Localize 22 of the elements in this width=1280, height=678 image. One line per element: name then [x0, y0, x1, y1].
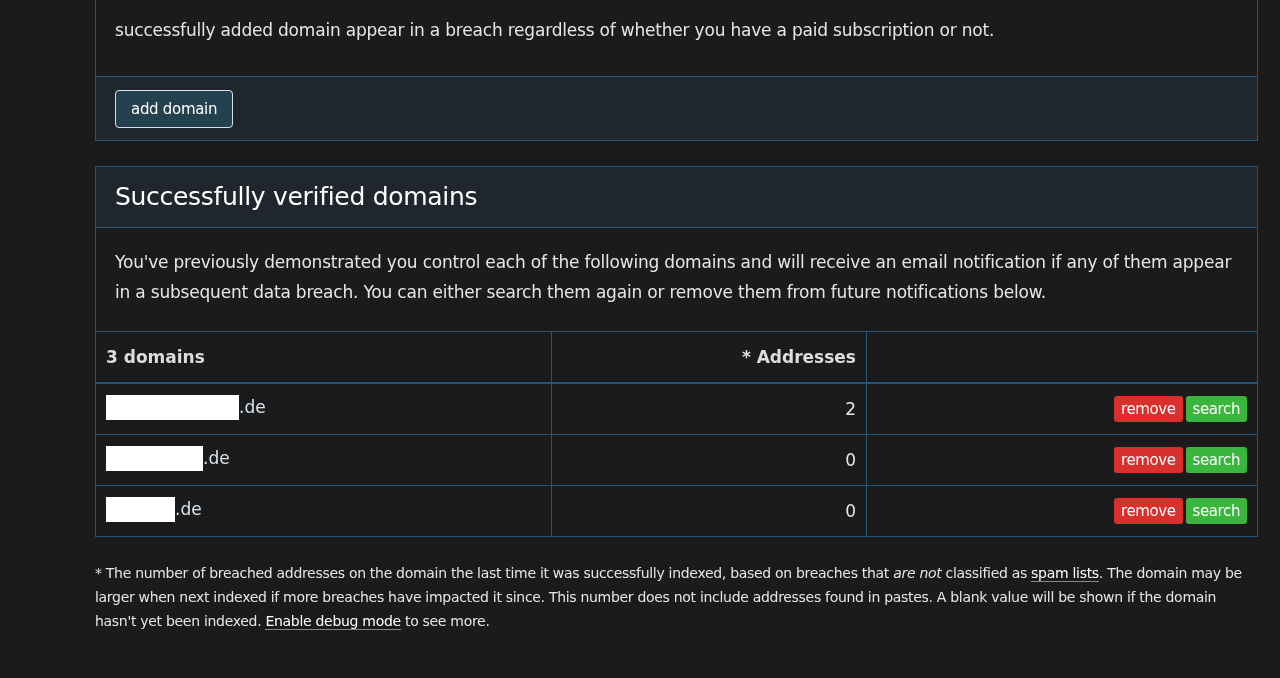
footnote-link[interactable]: Enable debug mode [265, 613, 401, 630]
section-title: Successfully verified domains [115, 181, 479, 213]
remove-button[interactable]: remove [1114, 396, 1183, 422]
remove-button[interactable]: remove [1114, 498, 1183, 524]
domain-name: .de [203, 448, 230, 468]
footnote-text: * The number of breached addresses on the domain the last time it was successfully indexed, based on breaches that are not classified as spam lists. The domain may be larger when next indexed if more breaches have impacted it since. This number does not include addresses found in pastes. A blank value will be shown if the domain hasn't yet been indexed. Enable debug mode to see more. [95, 564, 1243, 632]
intro-text: You've previously demonstrated you control each of the following domains and will receive an email notification if any of them appear in a subsequent data breach. You can either search them again or remove them from future notifications below. [114, 251, 1233, 304]
redaction-block [106, 496, 175, 522]
card-text: successfully added domain appear in a breach regardless of whether you have a paid subscription or not. [114, 19, 996, 42]
search-button[interactable]: search [1185, 447, 1247, 473]
address-count: 2 [845, 399, 856, 419]
search-button[interactable]: search [1185, 396, 1247, 422]
domain-name: .de [239, 397, 266, 417]
column-header: * Addresses [551, 331, 867, 383]
footnote-link[interactable]: spam lists [1031, 565, 1099, 582]
column-header: 3 domains [96, 331, 552, 383]
address-count: 0 [845, 501, 856, 521]
add-domain-button[interactable]: add domain [115, 90, 234, 128]
remove-button[interactable]: remove [1114, 447, 1183, 473]
search-button[interactable]: search [1185, 498, 1247, 524]
address-count: 0 [845, 450, 856, 470]
domain-name: .de [175, 499, 202, 519]
